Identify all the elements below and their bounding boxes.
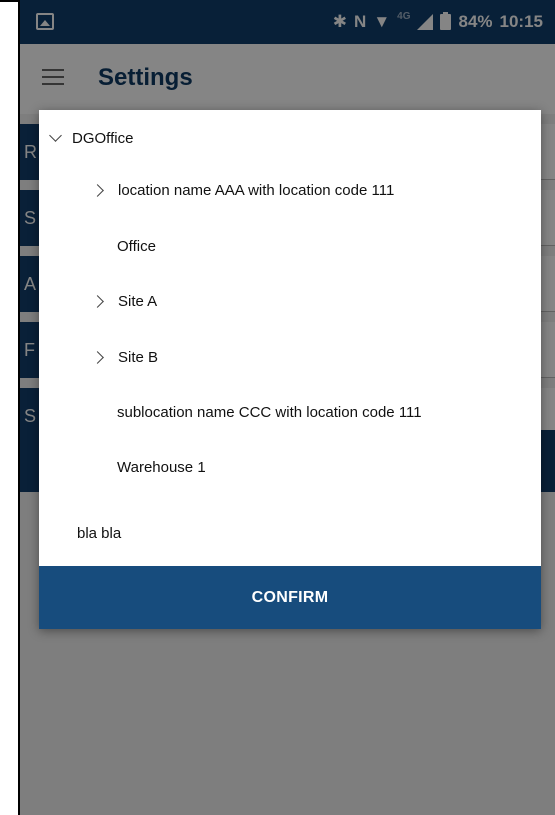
chevron-right-icon[interactable] xyxy=(91,294,104,308)
tree-node-label: Site A xyxy=(118,292,158,310)
tree-node-label: sublocation name CCC with location code … xyxy=(117,403,422,421)
tree-node-sublocation-ccc[interactable]: sublocation name CCC with location code … xyxy=(39,384,541,440)
tree-node-label: location name AAA with location code 111 xyxy=(118,181,395,199)
tree-node-bla-bla[interactable]: bla bla xyxy=(39,505,541,561)
chevron-right-icon[interactable] xyxy=(91,183,104,197)
tree-node-location-aaa[interactable]: location name AAA with location code 111 xyxy=(39,162,541,218)
tree-node-label: DGOffice xyxy=(72,129,134,147)
tree-node-label: bla bla xyxy=(77,524,122,542)
confirm-button[interactable]: CONFIRM xyxy=(39,566,541,629)
phone-screen: ✱ N ▼ 4G 84% 10:15 Settings R S A F S DG… xyxy=(18,0,555,815)
tree-node-warehouse-1[interactable]: Warehouse 1 xyxy=(39,439,541,495)
tree-node-label: Office xyxy=(117,237,156,255)
tree-node-site-a[interactable]: Site A xyxy=(39,273,541,329)
location-picker-dialog: DGOffice location name AAA with location… xyxy=(39,110,541,629)
tree-node-dgoffice[interactable]: DGOffice xyxy=(39,110,541,166)
chevron-down-icon[interactable] xyxy=(49,128,62,142)
tree-node-label: Site B xyxy=(118,348,159,366)
tree-node-site-b[interactable]: Site B xyxy=(39,329,541,385)
tree-node-office[interactable]: Office xyxy=(39,218,541,274)
tree-node-label: Warehouse 1 xyxy=(117,458,206,476)
chevron-right-icon[interactable] xyxy=(91,350,104,364)
